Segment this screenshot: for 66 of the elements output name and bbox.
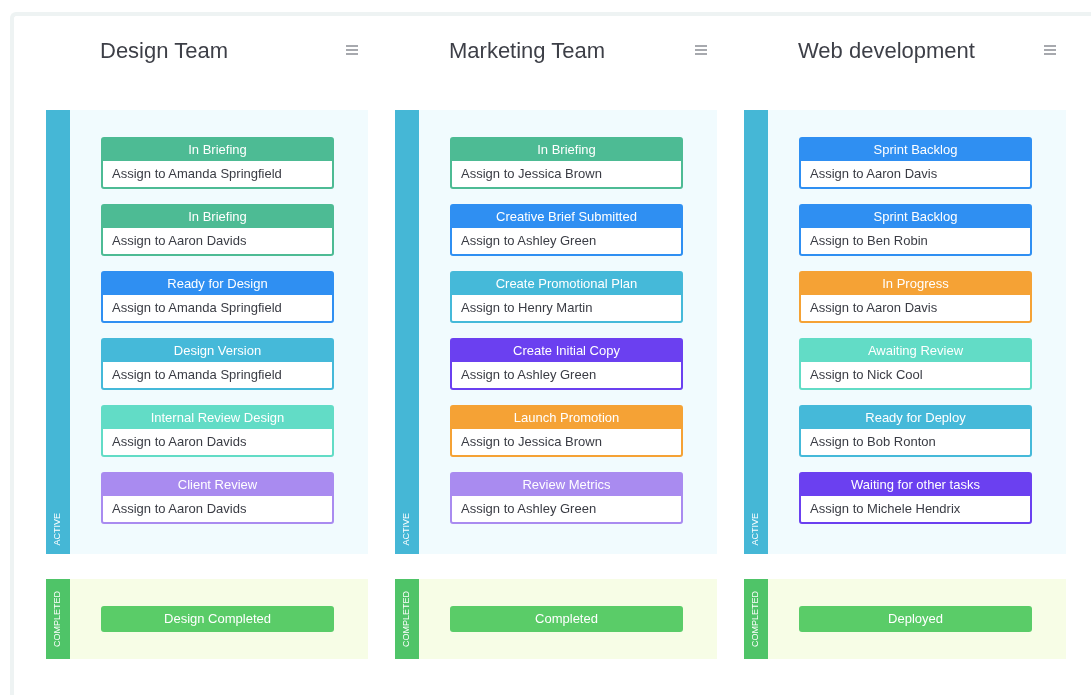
status-label: Awaiting Review bbox=[867, 342, 964, 361]
active-lane-label: ACTIVE bbox=[46, 110, 70, 554]
menu-icon[interactable] bbox=[1044, 45, 1056, 55]
task-card[interactable]: Sprint Backlog Assign to Ben Robin bbox=[799, 204, 1032, 256]
task-card[interactable]: Awaiting Review Assign to Nick Cool bbox=[799, 338, 1032, 390]
task-card[interactable]: Design Version Assign to Amanda Springfield bbox=[101, 338, 334, 390]
task-card[interactable]: In Briefing Assign to Jessica Brown bbox=[450, 137, 683, 189]
task-card[interactable]: In Briefing Assign to Aaron Davids bbox=[101, 204, 334, 256]
status-label: Client Review bbox=[177, 476, 258, 495]
column-title: Web development bbox=[798, 36, 975, 65]
assignee-text: Assign to Aaron Davids bbox=[112, 500, 247, 519]
task-card[interactable]: Sprint Backlog Assign to Aaron Davis bbox=[799, 137, 1032, 189]
task-card[interactable]: Review Metrics Assign to Ashley Green bbox=[450, 472, 683, 524]
status-label: Internal Review Design bbox=[150, 409, 285, 428]
task-card[interactable]: In Progress Assign to Aaron Davis bbox=[799, 271, 1032, 323]
status-label: In Briefing bbox=[537, 141, 596, 160]
completed-lane-label: COMPLETED bbox=[46, 579, 70, 659]
assignee-text: Assign to Aaron Davids bbox=[112, 433, 247, 452]
assignee-text: Assign to Jessica Brown bbox=[461, 165, 602, 184]
status-label: In Briefing bbox=[188, 141, 247, 160]
task-card[interactable]: Create Promotional Plan Assign to Henry Martin bbox=[450, 271, 683, 323]
task-card[interactable]: Waiting for other tasks Assign to Michele Hendrix bbox=[799, 472, 1032, 524]
task-card[interactable]: Ready for Design Assign to Amanda Springfield bbox=[101, 271, 334, 323]
completed-lane-label: COMPLETED bbox=[744, 579, 768, 659]
menu-icon[interactable] bbox=[695, 45, 707, 55]
status-label: Ready for Deploy bbox=[865, 409, 966, 428]
status-label: Launch Promotion bbox=[513, 409, 620, 428]
assignee-text: Assign to Ashley Green bbox=[461, 232, 597, 251]
status-label: Design Version bbox=[173, 342, 262, 361]
assignee-text: Assign to Bob Ronton bbox=[810, 433, 936, 452]
task-card[interactable]: Internal Review Design Assign to Aaron Davids bbox=[101, 405, 334, 457]
status-label: Create Initial Copy bbox=[513, 342, 620, 361]
assignee-text: Assign to Ashley Green bbox=[461, 366, 597, 385]
task-card[interactable]: In Briefing Assign to Amanda Springfield bbox=[101, 137, 334, 189]
assignee-text: Assign to Ben Robin bbox=[810, 232, 928, 251]
completed-lane-label: COMPLETED bbox=[395, 579, 419, 659]
task-card[interactable]: Launch Promotion Assign to Jessica Brown bbox=[450, 405, 683, 457]
assignee-text: Assign to Amanda Springfield bbox=[112, 165, 282, 184]
assignee-text: Assign to Amanda Springfield bbox=[112, 366, 282, 385]
status-label: Waiting for other tasks bbox=[851, 476, 980, 495]
assignee-text: Assign to Jessica Brown bbox=[461, 433, 602, 452]
status-label: Ready for Design bbox=[167, 275, 268, 294]
menu-icon[interactable] bbox=[346, 45, 358, 55]
assignee-text: Assign to Aaron Davids bbox=[112, 232, 247, 251]
status-label: Review Metrics bbox=[522, 476, 611, 495]
assignee-text: Assign to Michele Hendrix bbox=[810, 500, 961, 519]
assignee-text: Assign to Aaron Davis bbox=[810, 165, 938, 184]
task-card[interactable]: Creative Brief Submitted Assign to Ashley Green bbox=[450, 204, 683, 256]
status-label: Sprint Backlog bbox=[873, 208, 958, 227]
assignee-text: Assign to Ashley Green bbox=[461, 500, 597, 519]
active-lane-label: ACTIVE bbox=[395, 110, 419, 554]
task-card[interactable]: Client Review Assign to Aaron Davids bbox=[101, 472, 334, 524]
task-card[interactable]: Create Initial Copy Assign to Ashley Green bbox=[450, 338, 683, 390]
column-title: Design Team bbox=[100, 36, 228, 65]
assignee-text: Assign to Amanda Springfield bbox=[112, 299, 282, 318]
task-card[interactable]: Ready for Deploy Assign to Bob Ronton bbox=[799, 405, 1032, 457]
active-lane-label: ACTIVE bbox=[744, 110, 768, 554]
status-label: Creative Brief Submitted bbox=[496, 208, 637, 227]
assignee-text: Assign to Nick Cool bbox=[810, 366, 923, 385]
column-title: Marketing Team bbox=[449, 36, 606, 65]
status-label: In Briefing bbox=[188, 208, 247, 227]
status-label: Sprint Backlog bbox=[873, 141, 958, 160]
status-label: Create Promotional Plan bbox=[495, 275, 638, 294]
assignee-text: Assign to Henry Martin bbox=[461, 299, 593, 318]
status-label: In Progress bbox=[882, 275, 949, 294]
assignee-text: Assign to Aaron Davis bbox=[810, 299, 938, 318]
